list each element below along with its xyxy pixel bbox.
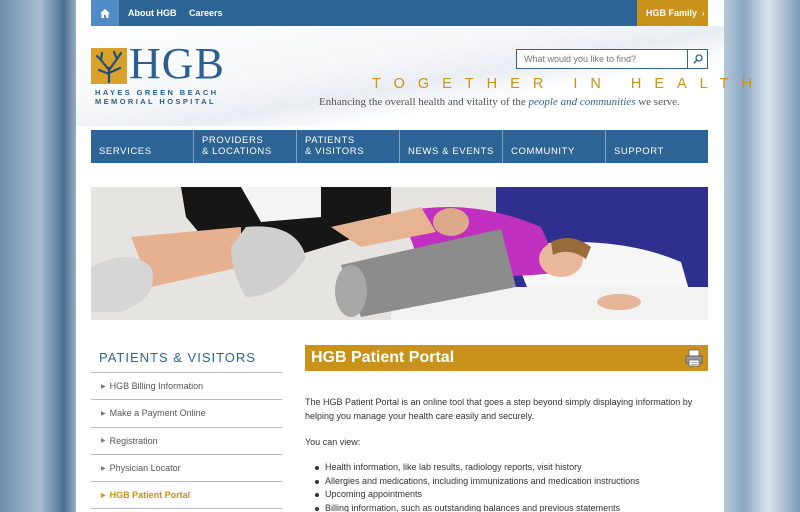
nav-news-events[interactable]: NEWS & EVENTS <box>400 130 503 163</box>
hgb-logo[interactable]: HGB HAYES GREEN BEACH MEMORIAL HOSPITAL <box>91 40 241 110</box>
intro-text: The HGB Patient Portal is an online tool… <box>305 397 693 421</box>
triangle-right-icon: ▶ <box>101 492 106 499</box>
hgb-family-button[interactable]: HGB Family › <box>637 0 708 26</box>
sidebar-item-label: Registration <box>109 435 158 446</box>
list-item: Upcoming appointments <box>305 488 708 502</box>
nav-providers-label: PROVIDERS & LOCATIONS <box>202 135 272 157</box>
list-item: Billing information, such as outstanding… <box>305 502 708 512</box>
utility-divider <box>118 0 119 26</box>
sidebar-item-billing[interactable]: ▶ HGB Billing Information <box>91 373 282 401</box>
nav-label-line1: PROVIDERS <box>202 135 264 146</box>
nav-label-line2: & VISITORS <box>305 146 365 157</box>
tagline: TOGETHER IN HEALTH <box>372 76 765 92</box>
triangle-right-icon: ▶ <box>101 438 106 445</box>
hero-photo <box>91 187 708 320</box>
nav-label-line2: NEWS & EVENTS <box>408 146 494 157</box>
search-icon <box>692 54 703 64</box>
hero-illustration <box>91 187 708 320</box>
nav-label-line2: SUPPORT <box>614 146 664 157</box>
sidebar-item-registration[interactable]: ▶ Registration <box>91 428 282 455</box>
nav-support-label: SUPPORT <box>614 146 664 157</box>
main-nav: SERVICES PROVIDERS & LOCATIONS PATIENTS & … <box>91 130 708 163</box>
list-item: Allergies and medications, including imm… <box>305 475 708 489</box>
nav-label-line1: PATIENTS <box>305 135 355 146</box>
nav-label-line2: SERVICES <box>99 146 152 157</box>
sidebar-item-label: HGB Billing Information <box>109 381 204 392</box>
triangle-right-icon: ▶ <box>101 410 106 417</box>
sidebar-item-physician-locator[interactable]: ▶ Physician Locator <box>91 455 282 483</box>
sidebar: PATIENTS & VISITORS ▶ HGB Billing Inform… <box>91 344 282 510</box>
logo-subline-2: MEMORIAL HOSPITAL <box>95 97 216 106</box>
search-button[interactable] <box>687 50 707 68</box>
nav-community[interactable]: COMMUNITY <box>503 130 606 163</box>
nav-services[interactable]: SERVICES <box>91 130 194 163</box>
sub-tagline-emphasis: people and communities <box>528 96 636 108</box>
view-label: You can view: <box>305 437 361 447</box>
home-button[interactable] <box>91 0 118 26</box>
sub-tagline-start: Enhancing the overall health and vitalit… <box>319 96 529 108</box>
nav-patients-label: PATIENTS & VISITORS <box>305 135 364 157</box>
home-icon <box>99 8 110 18</box>
page-title-bar: HGB Patient Portal <box>305 345 708 371</box>
search-box <box>516 49 708 69</box>
main-content: HGB Patient Portal The HGB Patient Porta… <box>305 345 708 512</box>
careers-link[interactable]: Careers <box>189 0 223 26</box>
nav-community-label: COMMUNITY <box>511 146 575 157</box>
page-title: HGB Patient Portal <box>311 349 455 366</box>
chevron-right-icon: › <box>702 9 705 18</box>
feature-list: Health information, like lab results, ra… <box>305 461 708 512</box>
tree-logo-icon <box>91 48 127 84</box>
logo-subline: HAYES GREEN BEACH MEMORIAL HOSPITAL <box>95 88 218 106</box>
nav-label-line2: & LOCATIONS <box>202 146 272 157</box>
list-item: Health information, like lab results, ra… <box>305 461 708 475</box>
sub-tagline-end: we serve. <box>635 96 680 108</box>
sidebar-item-label: Make a Payment Online <box>109 408 206 419</box>
nav-services-label: SERVICES <box>99 146 152 157</box>
hgb-family-label: HGB Family <box>646 8 698 18</box>
triangle-right-icon: ▶ <box>101 383 106 390</box>
sidebar-item-label: HGB Patient Portal <box>109 490 191 501</box>
sub-tagline: Enhancing the overall health and vitalit… <box>319 96 680 108</box>
sidebar-item-patient-portal[interactable]: ▶ HGB Patient Portal <box>91 482 282 510</box>
nav-support[interactable]: SUPPORT <box>606 130 708 163</box>
sidebar-title: PATIENTS & VISITORS <box>91 344 282 373</box>
utility-bar: About HGB Careers HGB Family › <box>91 0 708 26</box>
logo-wordmark: HGB <box>129 39 225 88</box>
nav-patients-visitors[interactable]: PATIENTS & VISITORS <box>297 130 400 163</box>
nav-news-label: NEWS & EVENTS <box>408 146 494 157</box>
sidebar-item-label: Physician Locator <box>109 463 181 474</box>
nav-label-line2: COMMUNITY <box>511 146 575 157</box>
triangle-right-icon: ▶ <box>101 465 106 472</box>
print-icon[interactable] <box>684 348 704 368</box>
nav-providers-locations[interactable]: PROVIDERS & LOCATIONS <box>194 130 297 163</box>
sidebar-item-payment[interactable]: ▶ Make a Payment Online <box>91 400 282 428</box>
logo-subline-1: HAYES GREEN BEACH <box>95 88 219 97</box>
about-link[interactable]: About HGB <box>128 0 177 26</box>
page: About HGB Careers HGB Family › HGB HAYES … <box>76 0 752 512</box>
search-input[interactable] <box>517 50 688 68</box>
